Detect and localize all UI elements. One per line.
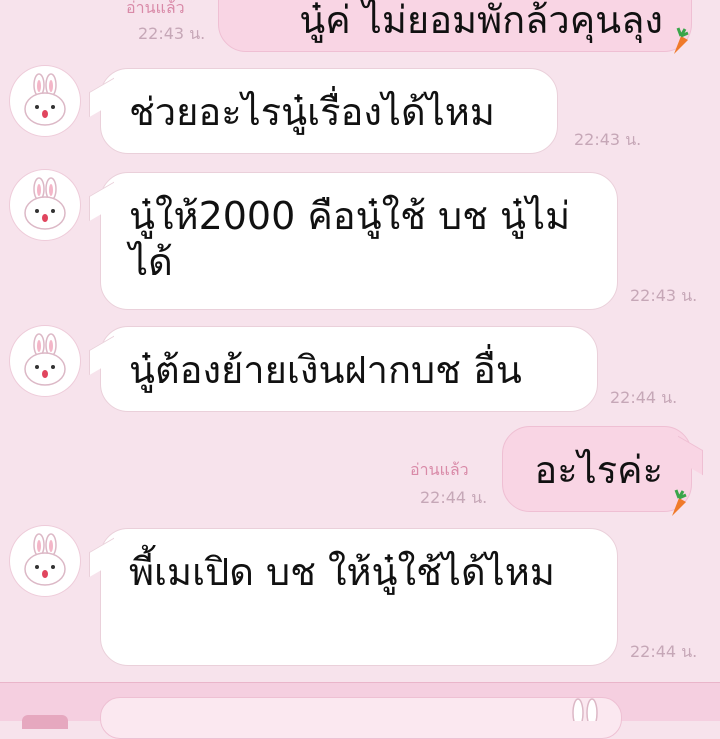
read-receipt: อ่านแล้ว: [126, 0, 185, 17]
bunny-avatar-icon: [24, 333, 66, 386]
bunny-avatar-icon: [24, 73, 66, 126]
message-bubble[interactable]: นู๋ต้องย้ายเงินฝากบช อื่น: [89, 326, 598, 412]
message-bubble[interactable]: นู๋ให้2000 คือนู๋ใช้ บช นู๋ไม่ได้: [89, 172, 618, 310]
message-text: พี้เมเปิด บช ให้นู๋ใช้ได้ไหม: [129, 550, 555, 594]
sticker-icon[interactable]: [560, 691, 610, 721]
message-timestamp: 22:43 น.: [630, 286, 698, 305]
avatar[interactable]: [10, 66, 80, 136]
avatar[interactable]: [10, 170, 80, 240]
message-timestamp: 22:44 น.: [420, 488, 488, 507]
carrot-icon: [672, 489, 687, 516]
message-text: นู๋ให้2000 คือนู๋ใช้ บช นู๋ไม่ได้: [129, 194, 571, 284]
avatar[interactable]: [10, 526, 80, 596]
message-text: นู๋ต้องย้ายเงินฝากบช อื่น: [129, 348, 522, 392]
carrot-icon: [674, 27, 689, 54]
message-timestamp: 22:43 น.: [574, 130, 642, 149]
read-receipt: อ่านแล้ว: [410, 460, 469, 479]
bunny-avatar-icon: [24, 533, 66, 586]
message-text: อะไรค่ะ: [534, 448, 663, 492]
message-text: ช่วยอะไรนู๋เรื่องได้ไหม: [129, 90, 495, 134]
plus-button[interactable]: [22, 715, 68, 729]
message-timestamp: 22:44 น.: [630, 642, 698, 661]
message-text: นู๋ค่ ไม่ยอมพักล้วคุนลุง: [299, 0, 663, 42]
message-bubble[interactable]: นู๋ค่ ไม่ยอมพักล้วคุนลุง: [218, 0, 692, 52]
message-input[interactable]: [100, 697, 622, 739]
avatar[interactable]: [10, 326, 80, 396]
bunny-avatar-icon: [24, 177, 66, 230]
message-bubble[interactable]: อะไรค่ะ: [502, 426, 703, 512]
message-timestamp: 22:43 น.: [138, 24, 206, 43]
message-timestamp: 22:44 น.: [610, 388, 678, 407]
message-bubble[interactable]: พี้เมเปิด บช ให้นู๋ใช้ได้ไหม: [89, 528, 618, 666]
message-bubble[interactable]: ช่วยอะไรนู๋เรื่องได้ไหม: [89, 68, 558, 154]
input-bar: [0, 682, 720, 739]
